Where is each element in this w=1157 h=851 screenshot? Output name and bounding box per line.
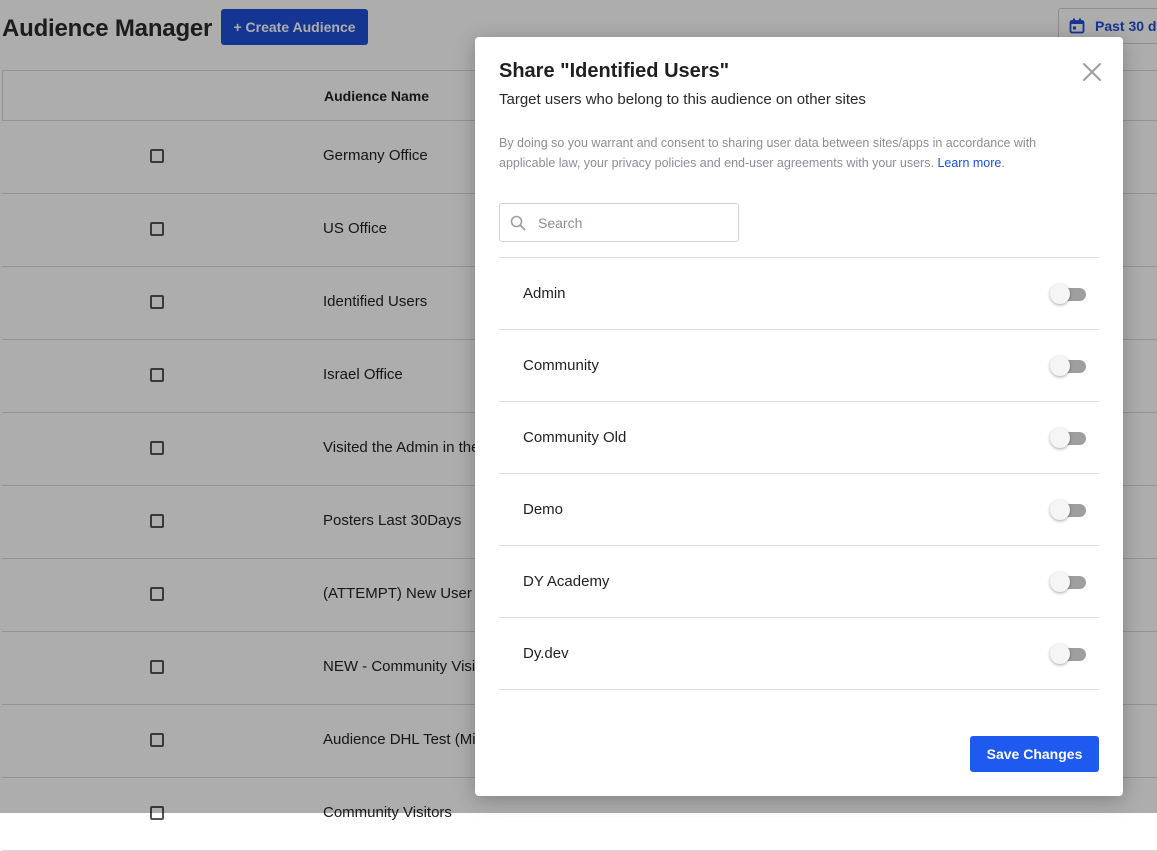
share-audience-modal: Share "Identified Users" Target users wh… (475, 37, 1123, 796)
site-item: DY Academy (499, 546, 1099, 618)
share-toggle[interactable] (1050, 572, 1088, 592)
site-label: Admin (523, 285, 566, 302)
share-toggle[interactable] (1050, 284, 1088, 304)
share-toggle[interactable] (1050, 428, 1088, 448)
modal-title: Share "Identified Users" (499, 60, 730, 82)
site-label: Community Old (523, 429, 627, 446)
save-changes-button[interactable]: Save Changes (970, 736, 1099, 772)
site-item: Demo (499, 474, 1099, 546)
disclaimer-period: . (1001, 156, 1005, 170)
share-toggle[interactable] (1050, 500, 1088, 520)
site-label: Dy.dev (523, 645, 569, 662)
site-item: Community (499, 330, 1099, 402)
toggle-knob (1050, 428, 1070, 448)
search-box[interactable] (499, 203, 739, 242)
share-toggle[interactable] (1050, 644, 1088, 664)
sharing-disclaimer: By doing so you warrant and consent to s… (499, 133, 1089, 173)
share-toggle[interactable] (1050, 356, 1088, 376)
close-icon (1083, 63, 1101, 81)
close-button[interactable] (1081, 61, 1103, 83)
search-icon (510, 215, 526, 230)
learn-more-link[interactable]: Learn more (937, 156, 1001, 170)
toggle-knob (1050, 500, 1070, 520)
site-label: Community (523, 357, 599, 374)
modal-subtitle: Target users who belong to this audience… (499, 91, 866, 108)
site-label: DY Academy (523, 573, 610, 590)
site-item: Admin (499, 258, 1099, 330)
site-item: Dy.dev (499, 618, 1099, 690)
site-label: Demo (523, 501, 564, 518)
site-list: Admin Community Community Old Demo DY Academ… (499, 257, 1099, 690)
toggle-knob (1050, 284, 1070, 304)
toggle-knob (1050, 644, 1070, 664)
toggle-knob (1050, 572, 1070, 592)
toggle-knob (1050, 356, 1070, 376)
site-item: Community Old (499, 402, 1099, 474)
search-input[interactable] (536, 213, 730, 232)
